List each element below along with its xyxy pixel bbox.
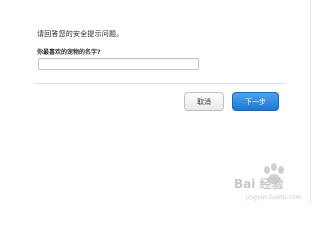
next-button[interactable]: 下一步 <box>232 92 279 111</box>
answer-input[interactable] <box>38 58 199 70</box>
watermark-brand: Bai 经验 <box>234 176 285 191</box>
divider <box>34 83 286 84</box>
cancel-button[interactable]: 取消 <box>184 92 224 111</box>
baidu-jingyan-watermark: Bai 经验 jingyan.baidu.com <box>234 163 302 201</box>
watermark-url: jingyan.baidu.com <box>245 194 302 201</box>
security-question-prompt: 请回答您的安全提示问题。 <box>37 30 124 38</box>
question-label: 你最喜欢的宠物的名字? <box>37 49 101 56</box>
